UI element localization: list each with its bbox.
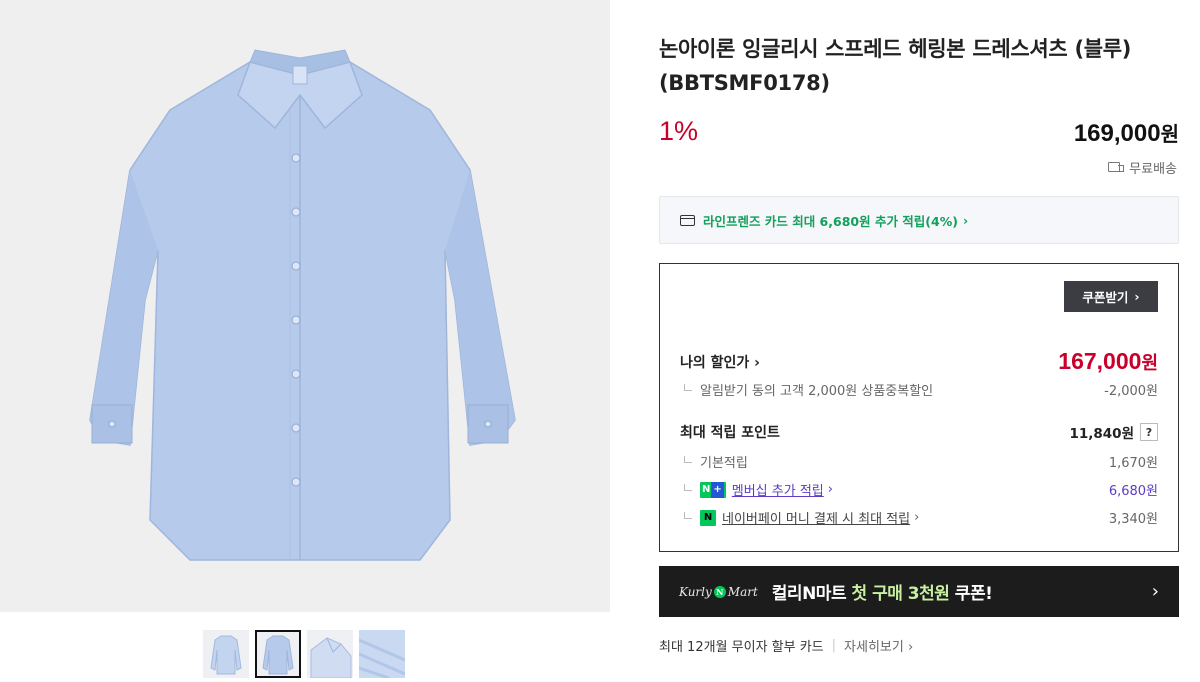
naver-plus-membership-icon: N +: [700, 481, 726, 498]
thumbnail-4[interactable]: [359, 630, 405, 678]
naver-pay-icon: N: [700, 509, 716, 526]
alarm-discount-value: -2,000원: [1104, 384, 1158, 399]
max-points-label: 최대 적립 포인트: [680, 425, 780, 441]
kurly-nmart-banner[interactable]: Kurly N Mart 컬리N마트 첫 구매 3천원 쿠폰! ›: [659, 566, 1179, 617]
divider: |: [831, 638, 837, 653]
product-gallery: [0, 0, 610, 682]
basic-points-row: 기본적립 1,670원: [680, 452, 1158, 471]
alarm-discount-row: 알림받기 동의 고객 2,000원 상품중복할인 -2,000원: [680, 380, 1158, 399]
membership-points-link[interactable]: 멤버십 추가 적립: [732, 480, 824, 499]
product-price: 169,000원: [1074, 118, 1179, 148]
truck-icon: [1108, 162, 1125, 173]
basic-points-value: 1,670원: [1108, 456, 1158, 471]
help-icon[interactable]: ?: [1140, 423, 1158, 441]
kurly-nmart-logo: Kurly N Mart: [679, 584, 758, 599]
max-points-value: 11,840원: [1069, 426, 1134, 442]
tree-branch-icon: [684, 512, 692, 519]
naver-pay-points-link[interactable]: 네이버페이 머니 결제 시 최대 적립: [722, 508, 910, 527]
installment-text: 최대 12개월 무이자 할부 카드: [659, 640, 824, 655]
thumbnail-strip: [203, 630, 405, 678]
thumbnail-2[interactable]: [255, 630, 301, 678]
installment-info: 최대 12개월 무이자 할부 카드 | 자세히보기 ›: [659, 636, 913, 655]
my-price-link[interactable]: 나의 할인가 ›: [680, 352, 760, 372]
my-price-number: 167,000: [1058, 348, 1142, 374]
card-benefit-text: 라인프렌즈 카드 최대 6,680원 추가 적립(4%): [703, 213, 958, 229]
price-value: 169,000: [1073, 120, 1161, 147]
membership-points-value: 6,680원: [1108, 484, 1158, 499]
pay-points-value: 3,340원: [1108, 512, 1158, 527]
chevron-right-icon: ›: [827, 482, 833, 497]
shipping-label: 무료배송: [1129, 162, 1177, 177]
shipping-info: 무료배송: [1108, 158, 1177, 177]
thumbnail-1[interactable]: [203, 630, 249, 678]
discount-rate: 1%: [659, 116, 699, 146]
my-price-value: 167,000원: [1058, 348, 1158, 375]
tree-branch-icon: [684, 456, 692, 463]
shirt-image: [89, 49, 516, 561]
chevron-right-icon: ›: [754, 354, 760, 371]
coupon-button-label: 쿠폰받기: [1082, 290, 1129, 305]
product-title: 논아이론 잉글리시 스프레드 헤링본 드레스셔츠 (블루) (BBTSMF017…: [659, 37, 1132, 95]
kurly-banner-text: 컬리N마트 첫 구매 3천원 쿠폰!: [771, 584, 993, 604]
my-price-label: 나의 할인가: [680, 354, 750, 371]
benefit-box: 쿠폰받기 › 나의 할인가 › 167,000원 알림받기 동의 고객 2,00…: [659, 263, 1179, 552]
price-unit: 원: [1160, 124, 1179, 146]
chevron-right-icon: ›: [914, 510, 920, 525]
max-points-row: 최대 적립 포인트 11,840원 ?: [680, 422, 1158, 442]
card-benefit-banner[interactable]: 라인프렌즈 카드 최대 6,680원 추가 적립(4%) ›: [659, 196, 1179, 244]
alarm-discount-label: 알림받기 동의 고객 2,000원 상품중복할인: [700, 384, 934, 399]
basic-points-label: 기본적립: [700, 456, 748, 471]
credit-card-icon: [680, 214, 695, 226]
my-price-row: 나의 할인가 › 167,000원: [680, 348, 1158, 375]
coupon-button[interactable]: 쿠폰받기 ›: [1064, 281, 1158, 312]
tree-branch-icon: [684, 384, 692, 391]
tree-branch-icon: [684, 484, 692, 491]
chevron-right-icon: ›: [1151, 581, 1159, 602]
my-price-unit: 원: [1141, 353, 1158, 373]
thumbnail-3[interactable]: [307, 630, 353, 678]
membership-points-row: N + 멤버십 추가 적립 › 6,680원: [680, 480, 1158, 499]
main-product-image[interactable]: [0, 0, 610, 612]
chevron-right-icon: ›: [1134, 289, 1140, 304]
installment-more-link[interactable]: 자세히보기 ›: [844, 636, 913, 655]
pay-points-row: N 네이버페이 머니 결제 시 최대 적립 › 3,340원: [680, 508, 1158, 527]
chevron-right-icon: ›: [962, 212, 969, 228]
